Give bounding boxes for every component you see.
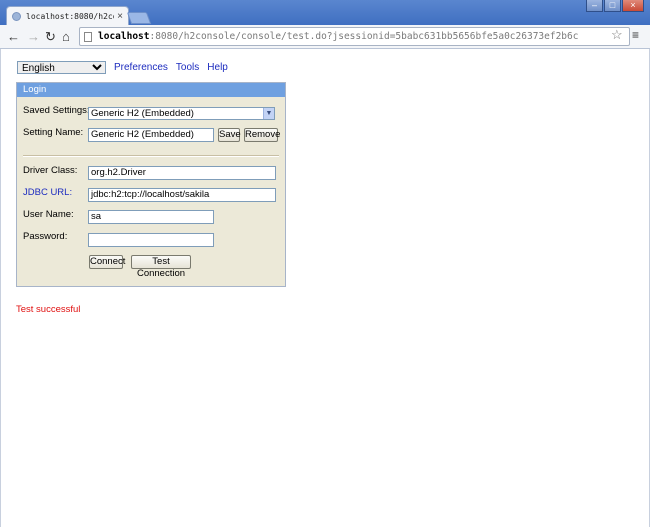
minimize-button[interactable]: – <box>586 0 603 12</box>
top-navigation: English Preferences Tools Help <box>17 61 228 74</box>
saved-settings-label: Saved Settings: <box>23 105 90 116</box>
connect-button[interactable]: Connect <box>89 255 125 269</box>
jdbc-url-label: JDBC URL: <box>23 187 73 198</box>
help-link[interactable]: Help <box>207 62 228 73</box>
password-label: Password: <box>23 231 68 242</box>
url-host: localhost <box>98 31 150 42</box>
browser-title-bar: localhost:8080/h2console × – □ × <box>0 0 650 26</box>
password-input[interactable] <box>88 233 214 247</box>
home-icon[interactable]: ⌂ <box>62 29 70 45</box>
back-arrow-icon[interactable]: ← <box>7 29 20 45</box>
browser-toolbar: ← → ↻ ⌂ localhost:8080/h2console/console… <box>0 25 650 49</box>
bookmark-star-icon[interactable]: ☆ <box>611 27 623 43</box>
divider <box>23 155 279 157</box>
setting-name-label: Setting Name: <box>23 127 84 138</box>
page-content: English Preferences Tools Help Login Sav… <box>0 49 650 527</box>
page-icon <box>84 31 92 42</box>
status-message: Test successful <box>16 304 81 315</box>
url-text: localhost:8080/h2console/console/test.do… <box>98 31 578 42</box>
reload-icon[interactable]: ↻ <box>45 29 56 45</box>
tools-link[interactable]: Tools <box>176 62 199 73</box>
page-favicon-icon <box>12 12 21 21</box>
saved-settings-select[interactable]: Generic H2 (Embedded) ▼ <box>88 107 275 120</box>
preferences-link[interactable]: Preferences <box>114 62 168 73</box>
remove-button[interactable]: Remove <box>244 128 280 142</box>
test-connection-button[interactable]: Test Connection <box>131 255 191 279</box>
save-button[interactable]: Save <box>218 128 241 142</box>
chevron-down-icon: ▼ <box>263 108 274 119</box>
jdbc-url-input[interactable]: jdbc:h2:tcp://localhost/sakila <box>88 188 276 202</box>
language-select[interactable]: English <box>17 61 106 74</box>
login-panel: Login Saved Settings: Generic H2 (Embedd… <box>16 82 286 287</box>
login-header: Login <box>17 83 285 97</box>
maximize-button[interactable]: □ <box>604 0 621 12</box>
tab-title: localhost:8080/h2console <box>26 12 114 21</box>
window-controls: – □ × <box>586 0 644 12</box>
driver-class-label: Driver Class: <box>23 165 78 176</box>
setting-name-input[interactable]: Generic H2 (Embedded) <box>88 128 214 142</box>
tab-close-icon[interactable]: × <box>117 11 123 22</box>
address-bar[interactable]: localhost:8080/h2console/console/test.do… <box>79 27 630 46</box>
browser-tab[interactable]: localhost:8080/h2console × <box>6 6 129 26</box>
close-window-button[interactable]: × <box>622 0 644 12</box>
forward-arrow-icon[interactable]: → <box>27 29 40 45</box>
saved-settings-value: Generic H2 (Embedded) <box>91 108 194 119</box>
user-name-input[interactable]: sa <box>88 210 214 224</box>
url-path: :8080/h2console/console/test.do?jsession… <box>149 31 579 42</box>
driver-class-input[interactable]: org.h2.Driver <box>88 166 276 180</box>
browser-menu-icon[interactable]: ≡ <box>632 29 639 41</box>
user-name-label: User Name: <box>23 209 74 220</box>
new-tab-button[interactable] <box>126 12 152 24</box>
